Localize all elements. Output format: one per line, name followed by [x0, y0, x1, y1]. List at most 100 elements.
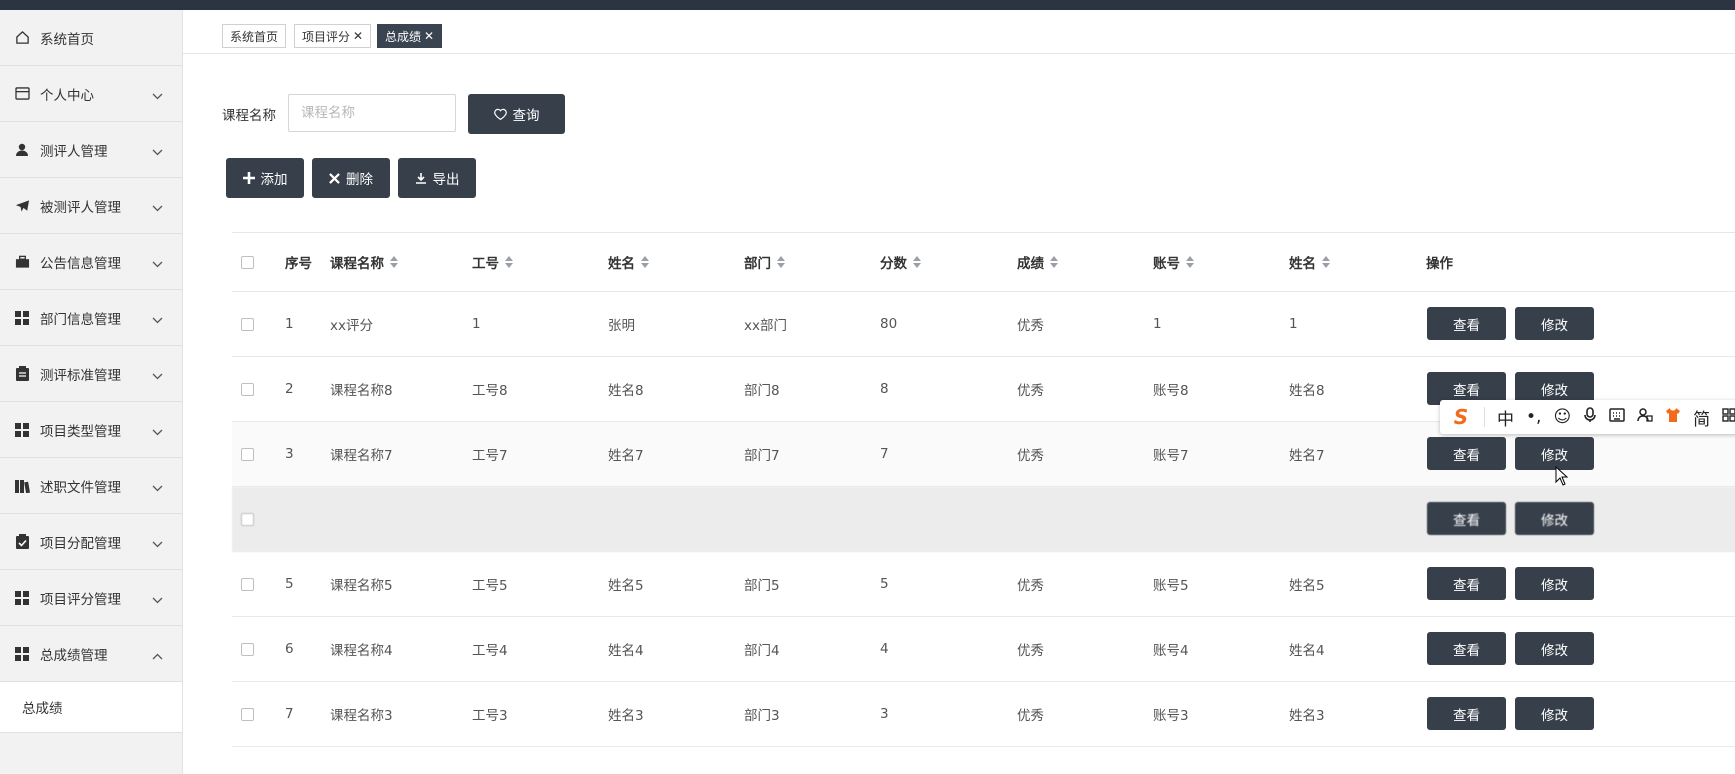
table-cell: 工号8: [472, 383, 508, 399]
sidebar-item[interactable]: 测评标准管理: [0, 346, 182, 402]
table-cell: 80: [880, 316, 898, 332]
delete-button[interactable]: 删除: [312, 158, 390, 198]
row-checkbox[interactable]: [241, 707, 254, 721]
books-icon: [14, 478, 30, 494]
sidebar-item[interactable]: 述职文件管理: [0, 458, 182, 514]
row-checkbox[interactable]: [241, 642, 254, 656]
view-button[interactable]: 查看: [1427, 502, 1506, 535]
add-button[interactable]: 添加: [226, 158, 304, 198]
divider: [1484, 407, 1485, 427]
column-header[interactable]: 姓名: [608, 233, 649, 291]
edit-button[interactable]: 修改: [1515, 307, 1594, 340]
view-button[interactable]: 查看: [1427, 697, 1506, 730]
sort-icon[interactable]: [777, 256, 785, 268]
chevron-down-icon: [152, 144, 164, 156]
sidebar-item[interactable]: 系统首页: [0, 10, 182, 66]
view-button[interactable]: 查看: [1427, 307, 1506, 340]
tab-label: 系统首页: [230, 29, 279, 44]
download-icon: [415, 172, 427, 184]
sidebar-item[interactable]: 被测评人管理: [0, 178, 182, 234]
column-header[interactable]: 部门: [744, 233, 785, 291]
column-header[interactable]: 姓名: [1289, 233, 1330, 291]
user-settings-icon[interactable]: [1637, 407, 1653, 428]
sidebar-item[interactable]: 部门信息管理: [0, 290, 182, 346]
sidebar-item[interactable]: 项目分配管理: [0, 514, 182, 570]
row-checkbox[interactable]: [241, 382, 254, 396]
view-button[interactable]: 查看: [1427, 567, 1506, 600]
sidebar-item[interactable]: 项目类型管理: [0, 402, 182, 458]
row-select-cell: [241, 357, 254, 421]
tab-home[interactable]: 系统首页: [222, 24, 287, 48]
close-icon[interactable]: ✕: [353, 29, 363, 43]
toolbox-grid-icon[interactable]: [1722, 407, 1735, 427]
table-cell: 课程名称7: [330, 448, 393, 464]
table-cell: 1: [1153, 316, 1162, 332]
table-cell: 姓名7: [1289, 448, 1325, 464]
table-cell: 优秀: [1017, 448, 1044, 464]
sort-icon[interactable]: [1322, 256, 1330, 268]
table-cell: 课程名称4: [330, 643, 393, 659]
view-button[interactable]: 查看: [1427, 437, 1506, 470]
skin-shirt-icon[interactable]: [1665, 407, 1681, 428]
tab-label: 项目评分: [302, 29, 351, 44]
table-cell: xx部门: [744, 318, 787, 334]
column-header[interactable]: 课程名称: [330, 233, 398, 291]
sidebar-item[interactable]: 总成绩管理: [0, 626, 182, 682]
select-all-checkbox[interactable]: [241, 255, 254, 269]
ime-chinese-mode[interactable]: 中: [1497, 405, 1514, 430]
column-header-label: 分数: [880, 256, 907, 272]
table-cell: 1: [285, 316, 294, 332]
sidebar-item[interactable]: 公告信息管理: [0, 234, 182, 290]
row-checkbox[interactable]: [241, 577, 254, 591]
export-button[interactable]: 导出: [398, 158, 476, 198]
sidebar-item[interactable]: 项目评分管理: [0, 570, 182, 626]
table-cell: 姓名8: [1289, 383, 1325, 399]
row-checkbox[interactable]: [241, 512, 254, 526]
sidebar-item-label: 述职文件管理: [40, 479, 121, 496]
column-header-label: 课程名称: [330, 256, 384, 272]
sort-icon[interactable]: [390, 256, 398, 268]
edit-button[interactable]: 修改: [1515, 567, 1594, 600]
column-header[interactable]: 工号: [472, 233, 513, 291]
column-header[interactable]: 分数: [880, 233, 921, 291]
tab-total-score[interactable]: 总成绩 ✕: [377, 24, 443, 48]
search-label: 课程名称: [222, 108, 276, 124]
table-cell: 优秀: [1017, 318, 1044, 334]
punctuation-icon[interactable]: •,: [1526, 407, 1541, 427]
sidebar-item-label: 公告信息管理: [40, 255, 121, 272]
table-cell: 账号5: [1153, 578, 1189, 594]
edit-button[interactable]: 修改: [1515, 502, 1594, 535]
tab-project-score[interactable]: 项目评分 ✕: [294, 24, 372, 48]
sort-icon[interactable]: [1050, 256, 1058, 268]
delete-button-label: 删除: [346, 172, 373, 188]
view-button[interactable]: 查看: [1427, 632, 1506, 665]
row-checkbox[interactable]: [241, 317, 254, 331]
sidebar-item[interactable]: 个人中心: [0, 66, 182, 122]
emoji-icon[interactable]: ☺: [1553, 407, 1571, 427]
table-row: 7 课程名称3 工号3 姓名3 部门3 3 优秀 账号3 姓名3 查看 修改: [232, 682, 1735, 747]
table-cell: 张明: [608, 318, 635, 334]
query-button[interactable]: 查询: [468, 94, 565, 134]
chevron-up-icon: [152, 648, 164, 660]
column-header[interactable]: 账号: [1153, 233, 1194, 291]
course-name-input[interactable]: [288, 94, 456, 132]
sort-icon[interactable]: [913, 256, 921, 268]
table-cell: 优秀: [1017, 578, 1044, 594]
sort-icon[interactable]: [1186, 256, 1194, 268]
keyboard-icon[interactable]: [1609, 407, 1625, 427]
column-header[interactable]: 成绩: [1017, 233, 1058, 291]
microphone-icon[interactable]: [1583, 406, 1597, 428]
mouse-cursor-icon: [1555, 465, 1569, 490]
ime-simplified-mode[interactable]: 简: [1693, 405, 1710, 430]
sort-icon[interactable]: [641, 256, 649, 268]
sort-icon[interactable]: [505, 256, 513, 268]
close-icon[interactable]: ✕: [424, 29, 434, 43]
edit-button[interactable]: 修改: [1515, 697, 1594, 730]
table-cell: 8: [880, 381, 889, 397]
row-checkbox[interactable]: [241, 447, 254, 461]
sidebar-item[interactable]: 测评人管理: [0, 122, 182, 178]
edit-button[interactable]: 修改: [1515, 632, 1594, 665]
table-cell: 姓名3: [608, 708, 644, 724]
table-cell: 5: [880, 576, 889, 592]
sidebar-subitem[interactable]: 总成绩: [0, 682, 182, 733]
